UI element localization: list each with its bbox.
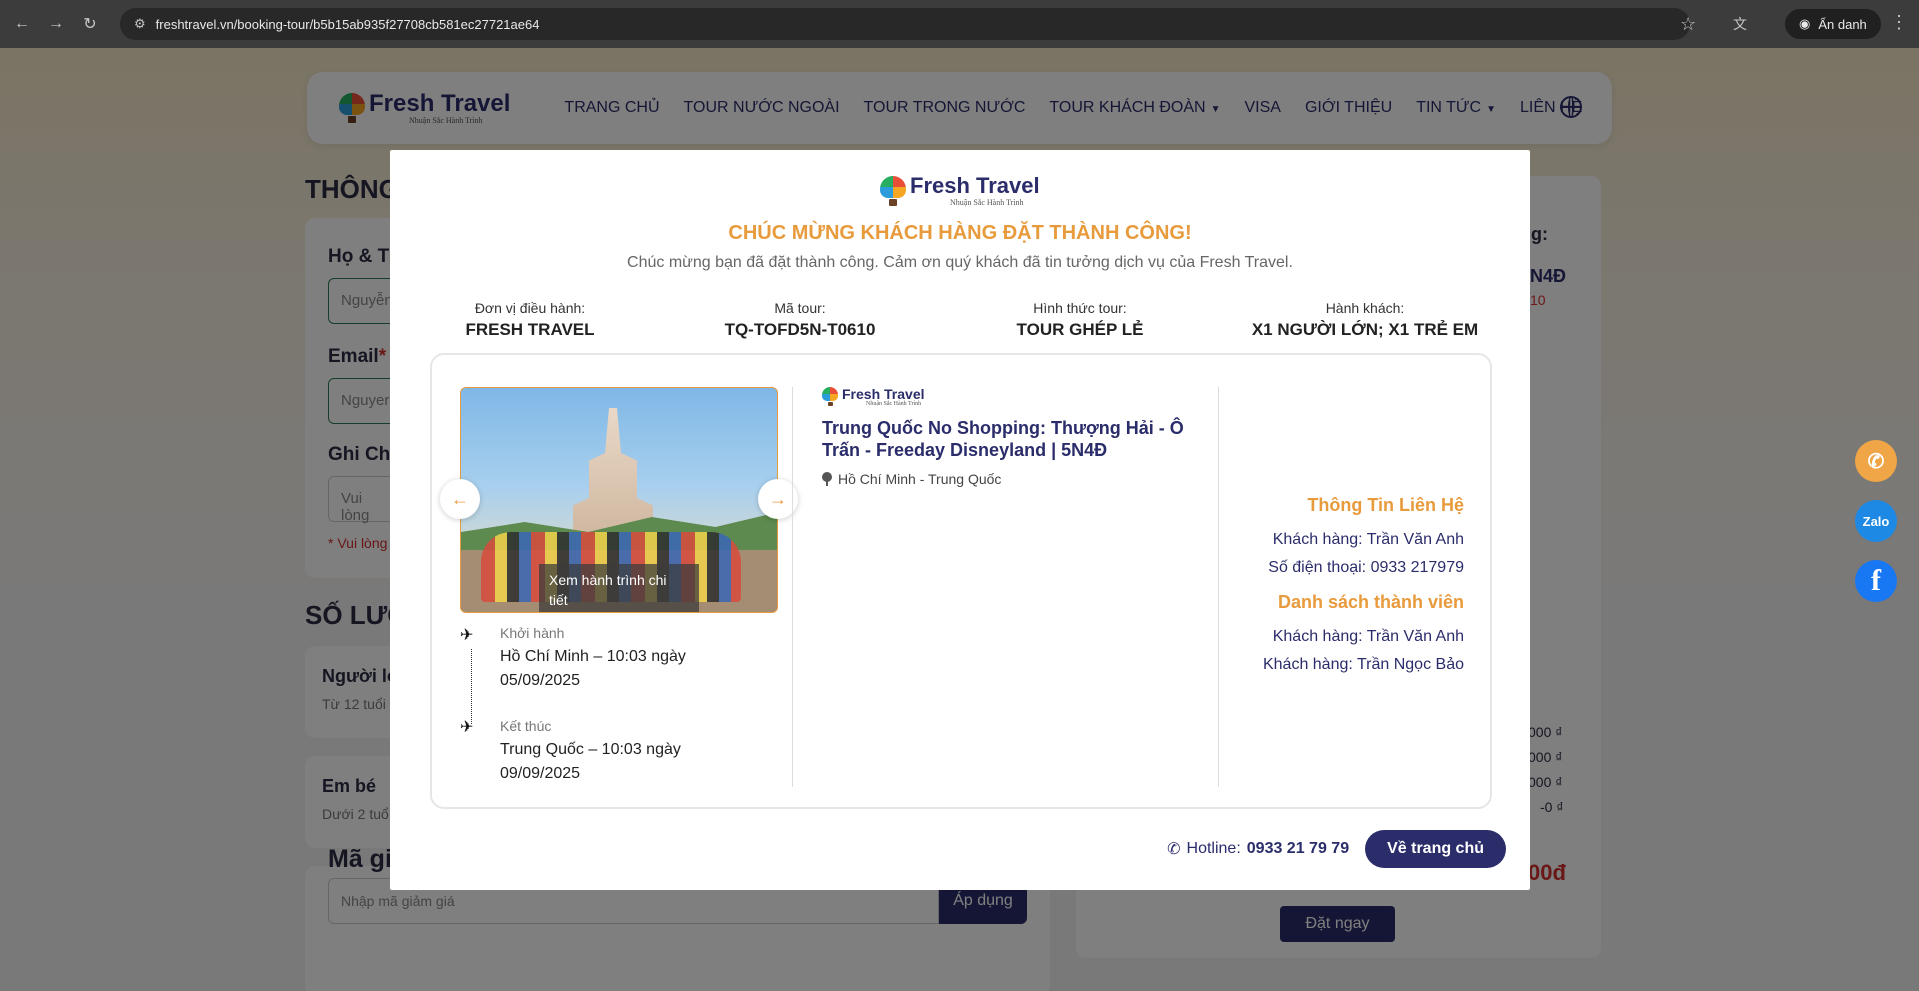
forward-icon[interactable]: → [44,12,68,36]
tour-info: Fresh Travel Nhuận Sắc Hành Trình Trung … [822,387,1212,487]
departure-label: Khởi hành [500,625,565,641]
passengers-info: Hành khách: X1 NGƯỜI LỚN; X1 TRẺ EM [1240,300,1490,340]
logo-name: Fresh Travel [842,386,925,402]
member-item: Khách hàng: Trần Văn Anh [1272,628,1464,645]
view-itinerary-link[interactable]: Xem hành trình chi tiết [539,564,699,612]
incognito-icon: ◉ [1799,16,1811,31]
url-text: freshtravel.vn/booking-tour/b5b15ab935f2… [155,16,540,32]
tour-detail-card: Xem hành trình chi tiết ← → ✈ Khởi hành … [430,353,1492,809]
operator-label: Đơn vị điều hành: [474,300,586,316]
tour-code-value: TQ-TOFD5N-T0610 [724,320,876,339]
end-label: Kết thúc [500,718,552,734]
tour-operator-logo: Fresh Travel Nhuận Sắc Hành Trình [822,387,1212,407]
map-pin-icon [822,472,832,486]
tour-image[interactable]: Xem hành trình chi tiết [460,387,778,613]
tour-name[interactable]: Trung Quốc No Shopping: Thượng Hải - Ô T… [822,417,1212,461]
bookmark-star-icon[interactable]: ☆ [1680,14,1696,35]
phone-icon: ✆ [1867,450,1885,473]
back-home-button[interactable]: Về trang chủ [1365,830,1506,868]
phone-icon: ✆ [1167,841,1181,858]
operator-info: Đơn vị điều hành: FRESH TRAVEL [430,300,630,340]
hotline[interactable]: ✆ Hotline: 0933 21 79 79 [1167,839,1349,859]
facebook-icon: f [1871,564,1881,597]
contact-phone: Số điện thoại: 0933 217979 [1268,559,1464,576]
incognito-label: Ẩn danh [1818,16,1867,32]
zalo-button[interactable]: Zalo [1855,500,1897,542]
hotline-label: Hotline: [1186,840,1241,857]
tour-route-text: Hồ Chí Minh - Trung Quốc [838,471,1002,487]
plane-takeoff-icon: ✈ [460,627,474,644]
passengers-label: Hành khách: [1325,300,1405,316]
logo-name: Fresh Travel [910,173,1040,198]
address-bar[interactable]: ⚙ freshtravel.vn/booking-tour/b5b15ab935… [120,8,1690,40]
browser-toolbar: ← → ↻ ⚙ freshtravel.vn/booking-tour/b5b1… [0,0,1919,48]
logo-tagline: Nhuận Sắc Hành Trình [866,401,922,407]
passengers-value: X1 NGƯỜI LỚN; X1 TRẺ EM [1251,320,1479,339]
tour-type-label: Hình thức tour: [1033,300,1127,316]
tour-code-info: Mã tour: TQ-TOFD5N-T0610 [700,300,900,340]
translate-icon[interactable]: 文 [1733,14,1747,34]
reload-icon[interactable]: ↻ [78,12,102,36]
contact-info: Thông Tin Liên Hệ Khách hàng: Trần Văn A… [1263,495,1464,679]
facebook-button[interactable]: f [1855,560,1897,602]
site-info-icon[interactable]: ⚙ [134,16,146,32]
logo-tagline: Nhuận Sắc Hành Trình [950,198,1024,207]
modal-logo: Fresh Travel Nhuận Sắc Hành Trình [880,174,1040,207]
modal-subtitle: Chúc mừng bạn đã đặt thành công. Cảm ơn … [627,254,1293,271]
arrow-left-icon: ← [451,488,469,509]
incognito-badge[interactable]: ◉ Ẩn danh [1785,9,1881,39]
tour-type-info: Hình thức tour: TOUR GHÉP LẺ [980,300,1180,340]
departure-value: Hồ Chí Minh – 10:03 ngày 05/09/2025 [500,648,686,689]
phone-call-button[interactable]: ✆ [1855,440,1897,482]
modal-title: CHÚC MỪNG KHÁCH HÀNG ĐẶT THÀNH CÔNG! [728,222,1192,244]
plane-landing-icon: ✈ [460,719,474,736]
zalo-icon: Zalo [1862,513,1890,529]
tour-route: Hồ Chí Minh - Trung Quốc [822,471,1212,487]
operator-value: FRESH TRAVEL [465,320,595,339]
arrow-right-icon: → [769,488,787,509]
tour-code-label: Mã tour: [774,300,826,316]
members-title: Danh sách thành viên [1277,592,1464,612]
tour-type-value: TOUR GHÉP LẺ [1016,320,1144,339]
hotline-number: 0933 21 79 79 [1246,840,1350,857]
contact-title: Thông Tin Liên Hệ [1307,495,1464,515]
end-value: Trung Quốc – 10:03 ngày 09/09/2025 [500,741,681,782]
prev-arrow-button[interactable]: ← [440,479,480,519]
contact-customer: Khách hàng: Trần Văn Anh [1272,531,1464,548]
browser-menu-icon[interactable]: ⋮ [1890,12,1908,33]
back-icon[interactable]: ← [10,12,34,36]
booking-success-modal: Fresh Travel Nhuận Sắc Hành Trình CHÚC M… [390,150,1530,890]
member-item: Khách hàng: Trần Ngọc Bảo [1262,656,1464,673]
balloon-logo-icon [822,387,838,407]
balloon-logo-icon [880,175,906,206]
modal-footer: ✆ Hotline: 0933 21 79 79 Về trang chủ [1167,830,1506,868]
